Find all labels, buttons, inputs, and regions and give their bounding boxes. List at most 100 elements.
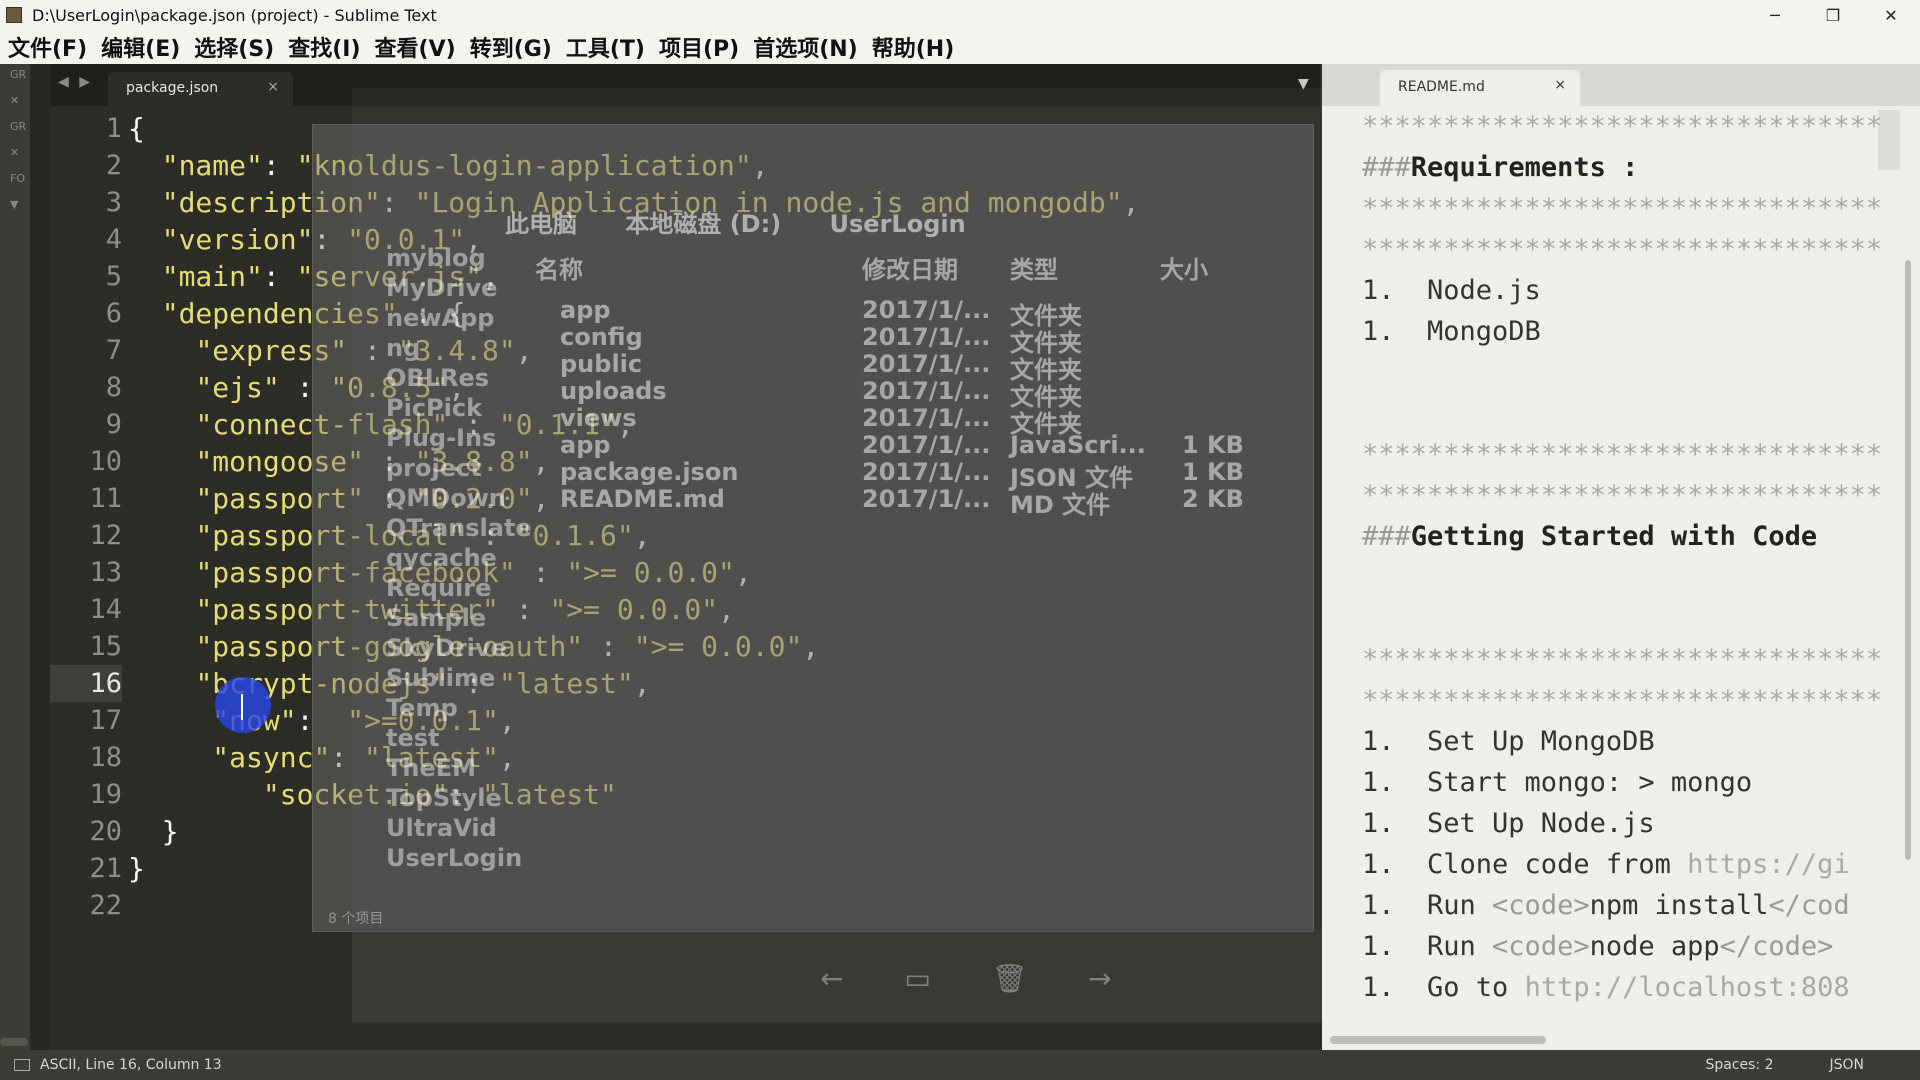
- readme-line[interactable]: 1. MongoDB: [1362, 311, 1882, 352]
- menu-goto[interactable]: 转到(G): [470, 31, 552, 63]
- folder-tree-item[interactable]: qycache: [386, 544, 497, 572]
- readme-line[interactable]: 1. Clone code from https://gi: [1362, 844, 1882, 885]
- minimap[interactable]: [1878, 110, 1900, 170]
- tab-close-icon[interactable]: ×: [1554, 77, 1566, 93]
- file-name[interactable]: uploads: [560, 377, 667, 405]
- readme-line[interactable]: ************************************: [1362, 639, 1882, 680]
- minimize-button[interactable]: ─: [1746, 0, 1804, 30]
- menu-edit[interactable]: 编辑(E): [101, 31, 180, 63]
- menu-preferences[interactable]: 首选项(N): [753, 31, 858, 63]
- folder-tree-item[interactable]: project: [386, 454, 482, 482]
- folder-tree-item[interactable]: TopStyle: [386, 784, 502, 812]
- breadcrumb-item[interactable]: 本地磁盘 (D:): [625, 210, 781, 238]
- file-name[interactable]: app: [560, 431, 611, 459]
- tab-readme-md[interactable]: README.md ×: [1380, 70, 1580, 106]
- file-date[interactable]: 2017/1/...: [862, 296, 990, 324]
- sidebar-folders-label[interactable]: FO: [0, 168, 30, 194]
- folder-tree-item[interactable]: Require: [386, 574, 491, 602]
- sidebar-expand-icon[interactable]: ▼: [0, 194, 30, 220]
- readme-line[interactable]: 1. Go to http://localhost:808: [1362, 967, 1882, 1008]
- file-date[interactable]: 2017/1/...: [862, 485, 990, 513]
- column-name[interactable]: 名称: [535, 250, 583, 285]
- file-name[interactable]: app: [560, 296, 611, 324]
- readme-line[interactable]: ************************************: [1362, 680, 1882, 721]
- folder-tree-item[interactable]: test: [386, 724, 440, 752]
- file-size[interactable]: 1 KB: [1182, 458, 1244, 486]
- readme-line[interactable]: [1362, 598, 1882, 639]
- forward-arrow-icon[interactable]: →: [1088, 962, 1111, 995]
- sidebar-group-label[interactable]: GR: [0, 116, 30, 142]
- menu-tools[interactable]: 工具(T): [566, 31, 645, 63]
- file-size[interactable]: 1 KB: [1182, 431, 1244, 459]
- folder-tree-item[interactable]: Temp: [386, 694, 458, 722]
- readme-line[interactable]: 1. Start mongo: > mongo: [1362, 762, 1882, 803]
- vertical-scrollbar[interactable]: [1905, 260, 1911, 860]
- file-name[interactable]: public: [560, 350, 642, 378]
- menu-project[interactable]: 项目(P): [659, 31, 739, 63]
- slideshow-icon[interactable]: ▭: [904, 962, 930, 995]
- file-date[interactable]: 2017/1/...: [862, 323, 990, 351]
- folder-tree-item[interactable]: PicPick: [386, 394, 482, 422]
- menu-file[interactable]: 文件(F): [8, 31, 87, 63]
- folder-tree-item[interactable]: UltraVid: [386, 814, 497, 842]
- readme-line[interactable]: 1. Set Up MongoDB: [1362, 721, 1882, 762]
- menu-selection[interactable]: 选择(S): [194, 31, 274, 63]
- menu-find[interactable]: 查找(I): [288, 31, 360, 63]
- readme-line[interactable]: 1. Run <code>npm install</cod: [1362, 885, 1882, 926]
- readme-line[interactable]: ###Getting Started with Code: [1362, 516, 1882, 557]
- menu-help[interactable]: 帮助(H): [872, 31, 955, 63]
- indentation-setting[interactable]: Spaces: 2: [1705, 1057, 1773, 1073]
- folder-tree-item[interactable]: QTranslate: [386, 514, 532, 542]
- file-date[interactable]: 2017/1/...: [862, 431, 990, 459]
- file-date[interactable]: 2017/1/...: [862, 458, 990, 486]
- column-date[interactable]: 修改日期: [862, 250, 958, 285]
- tab-back-icon[interactable]: ◀: [58, 74, 69, 90]
- file-name[interactable]: views: [560, 404, 637, 432]
- readme-line[interactable]: ###Requirements :: [1362, 147, 1882, 188]
- breadcrumb-item[interactable]: 此电脑: [505, 210, 577, 238]
- restore-button[interactable]: ❐: [1804, 0, 1862, 30]
- panel-toggle-icon[interactable]: [14, 1059, 30, 1071]
- column-size[interactable]: 大小: [1160, 250, 1208, 285]
- folder-tree-item[interactable]: Plug-Ins: [386, 424, 496, 452]
- folder-tree-item[interactable]: newApp: [386, 304, 494, 332]
- syntax-mode[interactable]: JSON: [1829, 1057, 1864, 1073]
- readme-line[interactable]: [1362, 352, 1882, 393]
- delete-icon[interactable]: 🗑: [992, 962, 1028, 995]
- sidebar-close-icon[interactable]: ✕: [0, 142, 30, 168]
- sidebar-close-icon[interactable]: ✕: [0, 90, 30, 116]
- folder-tree-item[interactable]: MyDrive: [386, 274, 497, 302]
- readme-line[interactable]: 1. Set Up Node.js: [1362, 803, 1882, 844]
- sidebar-group-label[interactable]: GR: [0, 64, 30, 90]
- folder-tree-item[interactable]: SkyDrive: [386, 634, 507, 662]
- tab-close-icon[interactable]: ×: [267, 79, 279, 95]
- readme-line[interactable]: ************************************: [1362, 188, 1882, 229]
- file-name[interactable]: README.md: [560, 485, 725, 513]
- folder-tree-item[interactable]: ng: [386, 334, 420, 362]
- folder-tree-item[interactable]: TheEM: [386, 754, 476, 782]
- folder-tree-item[interactable]: Sublime: [386, 664, 495, 692]
- file-size[interactable]: 2 KB: [1182, 485, 1244, 513]
- file-date[interactable]: 2017/1/...: [862, 404, 990, 432]
- readme-text[interactable]: ************************************###R…: [1362, 106, 1882, 1008]
- folder-tree-item[interactable]: Sample: [386, 604, 486, 632]
- folder-tree-item[interactable]: UserLogin: [386, 844, 522, 872]
- horizontal-scrollbar-left[interactable]: [0, 1038, 28, 1046]
- readme-line[interactable]: ************************************: [1362, 229, 1882, 270]
- folder-tree-item[interactable]: QMDown: [386, 484, 506, 512]
- readme-line[interactable]: ************************************: [1362, 434, 1882, 475]
- back-arrow-icon[interactable]: ←: [820, 962, 843, 995]
- file-type[interactable]: MD 文件: [1010, 485, 1110, 520]
- column-type[interactable]: 类型: [1010, 250, 1058, 285]
- tab-package-json[interactable]: package.json ×: [108, 72, 293, 106]
- tab-forward-icon[interactable]: ▶: [79, 74, 90, 90]
- readme-line[interactable]: [1362, 393, 1882, 434]
- breadcrumb-item[interactable]: UserLogin: [830, 210, 966, 238]
- close-button[interactable]: ✕: [1862, 0, 1920, 30]
- horizontal-scrollbar-right[interactable]: [1330, 1036, 1546, 1044]
- file-name[interactable]: config: [560, 323, 643, 351]
- file-name[interactable]: package.json: [560, 458, 738, 486]
- folder-tree-item[interactable]: myblog: [386, 244, 486, 272]
- readme-line[interactable]: [1362, 557, 1882, 598]
- readme-line[interactable]: 1. Run <code>node app</code>: [1362, 926, 1882, 967]
